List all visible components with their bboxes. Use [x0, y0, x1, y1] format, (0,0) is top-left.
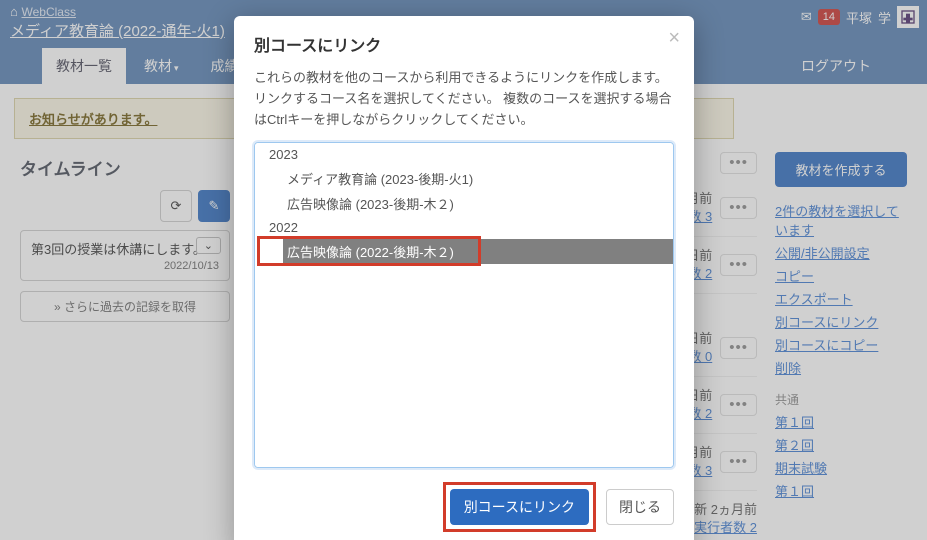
- close-icon: ×: [668, 27, 680, 49]
- modal-title: 別コースにリンク: [254, 32, 674, 56]
- modal-close-button[interactable]: ×: [668, 28, 680, 48]
- course-select-list[interactable]: 2023 メディア教育論 (2023-後期-火1) 広告映像論 (2023-後期…: [254, 142, 674, 468]
- year-group-2022: 2022: [255, 216, 673, 239]
- course-option-selected[interactable]: 広告映像論 (2022-後期-木２): [283, 239, 674, 264]
- course-option[interactable]: メディア教育論 (2023-後期-火1): [255, 166, 673, 191]
- course-option[interactable]: 広告映像論 (2023-後期-木２): [255, 191, 673, 216]
- tutorial-highlight: 別コースにリンク: [443, 482, 596, 532]
- modal-cancel-button[interactable]: 閉じる: [606, 489, 674, 525]
- modal-confirm-button[interactable]: 別コースにリンク: [450, 489, 589, 525]
- modal-description: これらの教材を他のコースから利用できるようにリンクを作成します。 リンクするコー…: [254, 68, 674, 130]
- link-course-modal: × 別コースにリンク これらの教材を他のコースから利用できるようにリンクを作成し…: [234, 16, 694, 540]
- year-group-2023: 2023: [255, 143, 673, 166]
